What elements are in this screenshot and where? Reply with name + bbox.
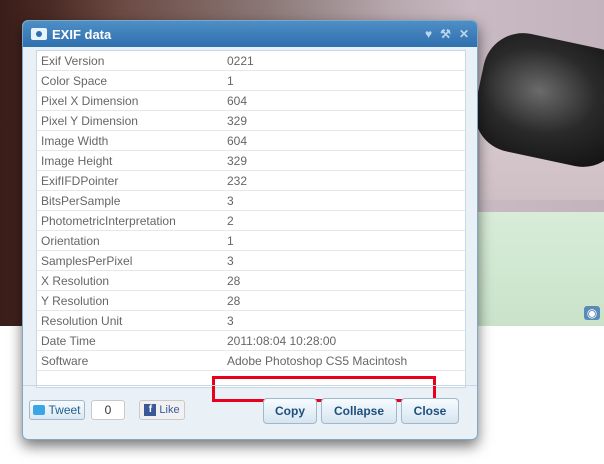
table-row: Exif Version 0221 xyxy=(37,51,465,71)
exif-key: ExifIFDPointer xyxy=(37,170,223,191)
close-button[interactable]: Close xyxy=(401,398,459,424)
like-button[interactable]: f Like xyxy=(139,400,185,420)
wrench-icon[interactable]: ⚒ xyxy=(440,27,451,41)
table-row: Date Time 2011:08:04 10:28:00 xyxy=(37,330,465,351)
exif-key: Color Space xyxy=(37,70,223,91)
exif-value: 2011:08:04 10:28:00 xyxy=(223,330,465,351)
exif-table-container: Exif Version 0221 Color Space 1 Pixel X Dime… xyxy=(36,50,466,402)
exif-key: Image Width xyxy=(37,130,223,151)
table-row: Orientation 1 xyxy=(37,230,465,251)
exif-value: 2 xyxy=(223,210,465,231)
table-row: Image Height 329 xyxy=(37,150,465,171)
dialog-footer: Tweet 0 f Like Copy Collapse Close xyxy=(23,385,477,440)
photo-camera-icon[interactable]: ◉ xyxy=(584,306,600,320)
twitter-bird-icon xyxy=(33,405,46,415)
collapse-button[interactable]: Collapse xyxy=(321,398,397,424)
table-row: Y Resolution 28 xyxy=(37,290,465,311)
exif-value: 604 xyxy=(223,130,465,151)
tweet-button[interactable]: Tweet xyxy=(29,400,85,420)
table-row: Resolution Unit 3 xyxy=(37,310,465,331)
exif-value: 3 xyxy=(223,310,465,331)
exif-key: Orientation xyxy=(37,230,223,251)
exif-key: Date Time xyxy=(37,330,223,351)
exif-key: X Resolution xyxy=(37,270,223,291)
exif-key: Pixel X Dimension xyxy=(37,90,223,111)
exif-value: 604 xyxy=(223,90,465,111)
table-row: X Resolution 28 xyxy=(37,270,465,291)
table-row: Pixel X Dimension 604 xyxy=(37,90,465,111)
exif-value: 3 xyxy=(223,250,465,271)
heart-icon[interactable]: ♥ xyxy=(425,27,432,41)
table-row: SamplesPerPixel 3 xyxy=(37,250,465,271)
tweet-count: 0 xyxy=(91,400,125,420)
exif-value: 329 xyxy=(223,150,465,171)
exif-key: Resolution Unit xyxy=(37,310,223,331)
exif-value: 0221 xyxy=(223,51,465,71)
exif-key: Image Height xyxy=(37,150,223,171)
close-icon[interactable]: ✕ xyxy=(459,27,469,41)
exif-value: 28 xyxy=(223,290,465,311)
exif-key: Software xyxy=(37,350,223,371)
exif-value: Adobe Photoshop CS5 Macintosh xyxy=(223,350,465,371)
exif-key: Exif Version xyxy=(37,51,223,71)
exif-value: 1 xyxy=(223,230,465,251)
exif-value: 28 xyxy=(223,270,465,291)
table-row: Pixel Y Dimension 329 xyxy=(37,110,465,131)
facebook-icon: f xyxy=(144,404,157,416)
exif-dialog: EXIF data ♥ ⚒ ✕ Exif Version 0221 Color Sp… xyxy=(22,20,478,440)
copy-button[interactable]: Copy xyxy=(263,398,317,424)
exif-value: 1 xyxy=(223,70,465,91)
camera-icon xyxy=(31,28,47,40)
exif-table: Exif Version 0221 Color Space 1 Pixel X Dime… xyxy=(37,51,465,371)
dialog-titlebar: EXIF data ♥ ⚒ ✕ xyxy=(23,21,477,47)
exif-key: Pixel Y Dimension xyxy=(37,110,223,131)
like-label: Like xyxy=(159,404,180,416)
table-row: BitsPerSample 3 xyxy=(37,190,465,211)
exif-value: 232 xyxy=(223,170,465,191)
exif-key: SamplesPerPixel xyxy=(37,250,223,271)
exif-value: 3 xyxy=(223,190,465,211)
tweet-label: Tweet xyxy=(48,403,81,417)
table-row: ExifIFDPointer 232 xyxy=(37,170,465,191)
table-row: Color Space 1 xyxy=(37,70,465,91)
table-row: Software Adobe Photoshop CS5 Macintosh xyxy=(37,350,465,371)
table-row: Image Width 604 xyxy=(37,130,465,151)
table-row: PhotometricInterpretation 2 xyxy=(37,210,465,231)
dialog-title: EXIF data xyxy=(52,26,112,42)
exif-key: PhotometricInterpretation xyxy=(37,210,223,231)
exif-key: Y Resolution xyxy=(37,290,223,311)
exif-value: 329 xyxy=(223,110,465,131)
exif-key: BitsPerSample xyxy=(37,190,223,211)
